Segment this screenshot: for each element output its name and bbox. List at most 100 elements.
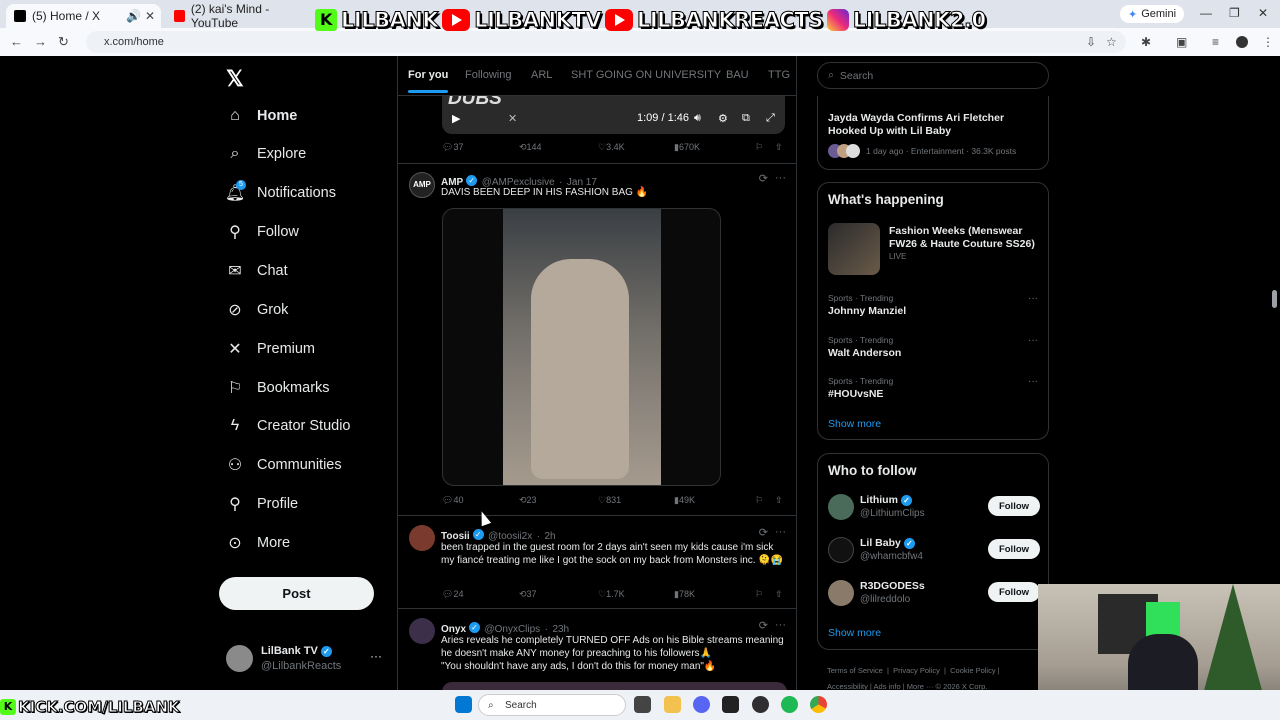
tweet[interactable]: AMP AMP ✓ @AMPexclusive · Jan 17 ⟳ ··· DA…	[398, 164, 796, 516]
tab-sht-going-on-university[interactable]: SHT GOING ON UNIVERSITY	[571, 69, 721, 81]
follow-button[interactable]: Follow	[988, 582, 1040, 602]
bookmark-icon[interactable]: ⚐	[755, 589, 763, 600]
trend-item[interactable]: Sports · Trending Walt Anderson	[828, 335, 901, 359]
star-icon[interactable]: ☆	[1106, 35, 1117, 49]
repost-button[interactable]: ⟲ 23	[519, 495, 537, 506]
tab-x-home[interactable]: (5) Home / X 🔊 ✕	[6, 4, 161, 28]
trend-item[interactable]: Sports · Trending #HOUvsNE	[828, 376, 893, 400]
grok-icon[interactable]: ⟳	[759, 526, 768, 539]
forward-icon[interactable]: →	[34, 34, 47, 49]
close-window-icon[interactable]: ✕	[1258, 6, 1268, 20]
capcut-icon[interactable]	[722, 696, 739, 713]
more-dots-icon[interactable]: ···	[370, 649, 382, 663]
chrome-icon[interactable]	[810, 696, 827, 713]
tab-youtube[interactable]: (2) kai's Mind - YouTube	[166, 2, 316, 30]
views-button[interactable]: ▮ 670K	[674, 142, 700, 153]
bookmark-icon[interactable]: ⚐	[755, 495, 763, 506]
tweet[interactable]: Toosii ✓ @toosii2x · 2h ⟳ ··· been trappe…	[398, 517, 796, 609]
more-dots-icon[interactable]: ···	[775, 619, 786, 631]
obs-icon[interactable]	[752, 696, 769, 713]
scrollbar-thumb[interactable]	[1272, 290, 1277, 308]
gemini-button[interactable]: ✦ Gemini	[1120, 5, 1185, 23]
tab-ttg[interactable]: TTG	[768, 69, 790, 81]
reload-icon[interactable]: ↻	[58, 34, 69, 50]
reply-button[interactable]: 💬︎ 40	[442, 495, 463, 506]
nav-explore[interactable]: ⌕ Explore	[226, 141, 307, 167]
reply-button[interactable]: 💬︎ 37	[442, 142, 463, 153]
show-more-link[interactable]: Show more	[828, 418, 881, 430]
tab-following[interactable]: Following	[465, 69, 511, 81]
more-dots-icon[interactable]: ···	[775, 526, 786, 538]
search-input[interactable]: ⌕ Search	[817, 62, 1049, 89]
views-button[interactable]: ▮ 49K	[674, 495, 695, 506]
tab-arl[interactable]: ARL	[531, 69, 552, 81]
avatar[interactable]	[409, 618, 435, 644]
volume-icon[interactable]: 🔊︎	[694, 112, 701, 125]
share-icon[interactable]: ⇧	[775, 589, 783, 600]
nav-communities[interactable]: ⚇ Communities	[226, 452, 342, 478]
pip-icon[interactable]: ⧉	[742, 112, 750, 125]
maximize-icon[interactable]: ❐	[1229, 6, 1240, 20]
tab-for-you[interactable]: For you	[408, 69, 449, 93]
follow-suggestion[interactable]: Lithium ✓ @LithiumClips Follow	[828, 493, 1040, 523]
nav-follow[interactable]: ⚲ Follow	[226, 219, 299, 245]
profile-avatar[interactable]	[1236, 36, 1248, 48]
more-dots-icon[interactable]: ···	[1028, 293, 1038, 304]
app-icon[interactable]	[781, 696, 798, 713]
nav-profile[interactable]: ⚲ Profile	[226, 491, 298, 517]
like-button[interactable]: ♡ 831	[598, 495, 621, 506]
avatar[interactable]	[409, 525, 435, 551]
follow-suggestion[interactable]: R3DGODESs @lilreddolo Follow	[828, 579, 1040, 609]
reply-button[interactable]: 💬︎ 24	[442, 589, 463, 600]
nav-home[interactable]: ⌂ Home	[226, 103, 297, 129]
follow-button[interactable]: Follow	[988, 496, 1040, 516]
more-dots-icon[interactable]: ···	[775, 172, 786, 184]
url-field[interactable]: x.com/home	[86, 31, 1126, 53]
nav-bookmarks[interactable]: ⚐ Bookmarks	[226, 375, 330, 401]
more-dots-icon[interactable]: ···	[1028, 376, 1038, 387]
trend-thumbnail[interactable]	[828, 223, 880, 275]
nav-creator-studio[interactable]: ϟ Creator Studio	[226, 413, 351, 439]
grok-icon[interactable]: ⟳	[759, 172, 768, 185]
fullscreen-icon[interactable]: ⤢	[766, 112, 775, 125]
trend-item[interactable]: Sports · Trending Johnny Manziel	[828, 293, 906, 317]
bookmark-icon[interactable]: ⚐	[755, 142, 763, 153]
repost-button[interactable]: ⟲ 144	[519, 142, 542, 153]
back-icon[interactable]: ←	[10, 34, 23, 49]
footer-link[interactable]: Cookie Policy	[950, 666, 995, 675]
feature-title[interactable]: Fashion Weeks (Menswear FW26 & Haute Cou…	[889, 225, 1039, 251]
show-more-link[interactable]: Show more	[828, 627, 881, 639]
follow-button[interactable]: Follow	[988, 539, 1040, 559]
taskbar-search[interactable]: ⌕ Search	[478, 694, 626, 716]
nav-more[interactable]: ⊙ More	[226, 530, 290, 556]
file-explorer-icon[interactable]	[664, 696, 681, 713]
discord-icon[interactable]	[693, 696, 710, 713]
avatar[interactable]: AMP	[409, 172, 435, 198]
follow-suggestion[interactable]: Lil Baby ✓ @whamcbfw4 Follow	[828, 536, 1040, 566]
settings-icon[interactable]: ⚙	[718, 112, 728, 125]
sidepanel-icon[interactable]: ▣	[1176, 35, 1187, 49]
footer-link[interactable]: Terms of Service	[827, 666, 883, 675]
extensions-icon[interactable]: ✱	[1141, 35, 1151, 49]
account-switcher[interactable]: LilBank TV ✓ @LilbankReacts ···	[226, 643, 386, 675]
minimize-icon[interactable]: —	[1200, 6, 1212, 20]
windows-start-icon[interactable]	[455, 696, 472, 713]
top-story-card[interactable]: Jayda Wayda Confirms Ari Fletcher Hooked…	[817, 96, 1049, 170]
like-button[interactable]: ♡ 3.4K	[598, 142, 625, 153]
nav-premium[interactable]: ✕ Premium	[226, 336, 315, 362]
footer-link[interactable]: Privacy Policy	[893, 666, 940, 675]
close-icon[interactable]: ✕	[508, 112, 517, 125]
share-icon[interactable]: ⇧	[775, 495, 783, 506]
nav-notifications[interactable]: 🔔︎ 5 Notifications	[225, 180, 336, 206]
share-icon[interactable]: ⇧	[775, 142, 783, 153]
nav-chat[interactable]: ✉ Chat	[226, 258, 287, 284]
tab-bau[interactable]: BAU	[726, 69, 749, 81]
repost-button[interactable]: ⟲ 37	[519, 589, 537, 600]
more-dots-icon[interactable]: ···	[1028, 335, 1038, 346]
tweet-image[interactable]	[442, 208, 721, 486]
play-icon[interactable]: ▶	[452, 112, 460, 125]
install-icon[interactable]: ⇩	[1086, 35, 1096, 49]
post-button[interactable]: Post	[219, 577, 374, 610]
tab-search-icon[interactable]: ≡	[1212, 35, 1219, 49]
x-logo-icon[interactable]: 𝕏	[226, 66, 244, 92]
